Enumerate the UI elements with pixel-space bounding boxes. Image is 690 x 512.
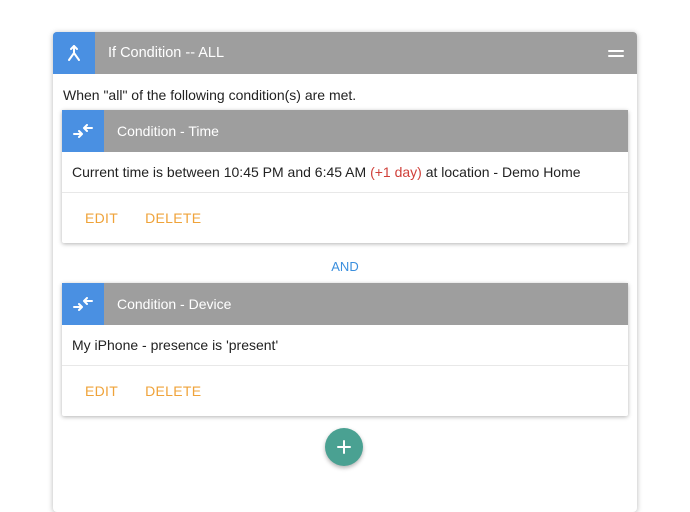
condition-title: Condition - Time [117, 123, 219, 139]
group-header: If Condition -- ALL [53, 32, 637, 74]
condition-title: Condition - Device [117, 296, 232, 312]
menu-icon[interactable] [608, 47, 624, 59]
swap-arrows-icon [62, 110, 104, 152]
condition-actions: EDIT DELETE [62, 193, 628, 243]
condition-header: Condition - Device [62, 283, 628, 325]
add-icon [337, 440, 351, 454]
condition-text: Current time is between 10:45 PM and 6:4… [72, 164, 367, 180]
delete-button[interactable]: DELETE [145, 383, 201, 399]
delete-button[interactable]: DELETE [145, 210, 201, 226]
condition-actions: EDIT DELETE [62, 366, 628, 416]
edit-button[interactable]: EDIT [85, 210, 118, 226]
add-condition-button[interactable] [325, 428, 363, 466]
day-offset-label: (+1 day) [370, 164, 422, 180]
and-joiner: AND [331, 259, 359, 274]
condition-group-card: If Condition -- ALL When "all" of the fo… [53, 32, 637, 512]
group-intro: When "all" of the following condition(s)… [63, 87, 357, 103]
condition-description: Current time is between 10:45 PM and 6:4… [62, 152, 628, 193]
swap-arrows-icon [62, 283, 104, 325]
condition-card-time: Condition - Time Current time is between… [62, 110, 628, 243]
condition-card-device: Condition - Device My iPhone - presence … [62, 283, 628, 416]
edit-button[interactable]: EDIT [85, 383, 118, 399]
condition-header: Condition - Time [62, 110, 628, 152]
merge-icon [53, 32, 95, 74]
condition-description: My iPhone - presence is 'present' [62, 325, 628, 366]
condition-location-text: at location - Demo Home [425, 164, 581, 180]
condition-text: My iPhone - presence is 'present' [72, 337, 279, 353]
group-title: If Condition -- ALL [108, 45, 225, 61]
